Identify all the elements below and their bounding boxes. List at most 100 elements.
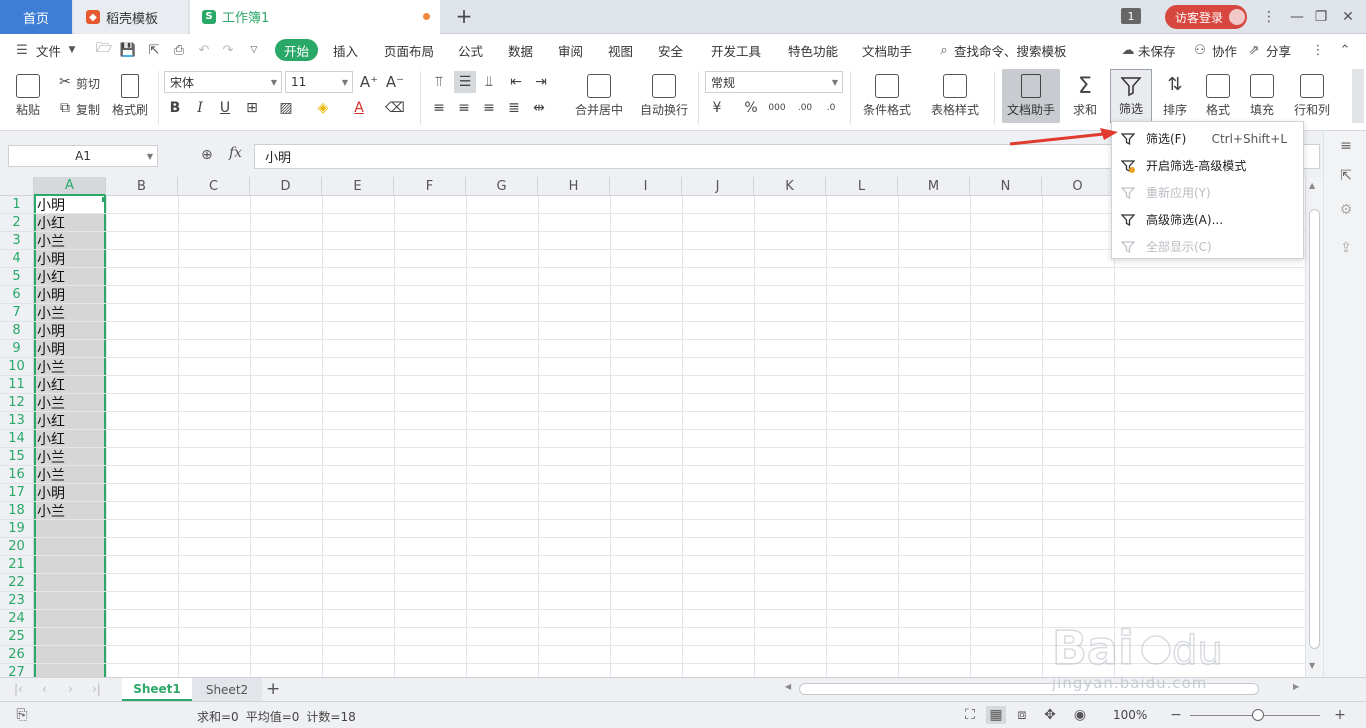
bold-icon[interactable]: B xyxy=(166,99,184,117)
sum-button[interactable]: Σ 求和 xyxy=(1066,71,1104,121)
row-header[interactable]: 8 xyxy=(0,322,34,340)
filter-menu-item[interactable]: 开启筛选-高级模式 xyxy=(1112,152,1303,179)
zoom-in-icon[interactable]: + xyxy=(1330,706,1350,724)
column-header[interactable]: A xyxy=(34,177,106,196)
column-header[interactable]: C xyxy=(178,177,250,196)
filter-menu-item[interactable]: 高级筛选(A)... xyxy=(1112,206,1303,233)
font-name-select[interactable]: 宋体 ▼ xyxy=(164,71,282,93)
last-sheet-icon[interactable]: ›| xyxy=(92,682,101,696)
panel-menu-icon[interactable]: ≡ xyxy=(1337,137,1355,155)
decrease-decimal-icon[interactable]: .0 xyxy=(822,99,840,117)
menu-file[interactable]: 文件 xyxy=(36,41,61,60)
menu-security[interactable]: 安全 xyxy=(658,41,683,60)
font-color-icon[interactable]: A xyxy=(350,99,368,117)
scroll-down-icon[interactable]: ▼ xyxy=(1309,661,1315,670)
fill-button[interactable]: 填充 xyxy=(1242,71,1282,121)
export-icon[interactable]: ⇱ xyxy=(146,42,162,58)
select-pointer-icon[interactable]: ⇱ xyxy=(1337,167,1355,185)
shrink-font-icon[interactable]: A⁻ xyxy=(386,73,404,91)
row-header[interactable]: 19 xyxy=(0,520,34,538)
increase-decimal-icon[interactable]: .00 xyxy=(796,99,814,117)
italic-icon[interactable]: I xyxy=(191,99,209,117)
filter-menu-item[interactable]: 全部显示(C) xyxy=(1112,233,1303,260)
column-header[interactable]: I xyxy=(610,177,682,196)
conditional-format-button[interactable]: 条件格式 xyxy=(856,71,918,121)
column-header[interactable]: K xyxy=(754,177,826,196)
menu-developer[interactable]: 开发工具 xyxy=(711,41,761,60)
increase-indent-icon[interactable]: ⇥ xyxy=(532,73,550,91)
add-sheet-icon[interactable]: + xyxy=(266,679,280,699)
page-break-view-icon[interactable]: ⧈ xyxy=(1012,706,1032,724)
open-folder-icon[interactable]: 🗁 xyxy=(96,41,112,58)
grow-font-icon[interactable]: A⁺ xyxy=(360,73,378,91)
row-header[interactable]: 1 xyxy=(0,196,34,214)
normal-view-icon[interactable]: ▦ xyxy=(986,706,1006,724)
filter-button[interactable]: 筛选 xyxy=(1110,69,1152,123)
save-icon[interactable]: 💾 xyxy=(120,42,136,58)
column-header[interactable]: N xyxy=(970,177,1042,196)
align-bottom-icon[interactable]: ⫫ xyxy=(480,73,498,91)
minimize-icon[interactable]: — xyxy=(1286,6,1308,28)
insert-function-icon[interactable]: fx xyxy=(229,145,242,161)
scroll-left-icon[interactable]: ◀ xyxy=(785,682,791,691)
new-tab-plus-icon[interactable]: + xyxy=(452,4,476,28)
window-count-badge[interactable]: 1 xyxy=(1121,8,1141,24)
row-header[interactable]: 5 xyxy=(0,268,34,286)
scroll-up-icon[interactable]: ▲ xyxy=(1309,181,1315,190)
table-cell[interactable]: 小兰 xyxy=(36,448,104,466)
table-style-button[interactable]: 表格样式 xyxy=(924,71,986,121)
align-left-icon[interactable]: ≡ xyxy=(430,99,448,117)
zoom-slider-knob[interactable] xyxy=(1252,709,1264,721)
merge-center-button[interactable]: 合并居中 xyxy=(566,71,632,121)
sheet-tab-sheet2[interactable]: Sheet2 xyxy=(192,678,262,701)
menu-page-layout[interactable]: 页面布局 xyxy=(384,41,434,60)
prev-sheet-icon[interactable]: ‹ xyxy=(42,682,47,696)
row-header[interactable]: 11 xyxy=(0,376,34,394)
vertical-scroll-thumb[interactable] xyxy=(1309,209,1320,649)
format-painter-button[interactable]: 格式刷 xyxy=(108,71,152,121)
row-header[interactable]: 27 xyxy=(0,664,34,677)
column-header[interactable]: B xyxy=(106,177,178,196)
table-cell[interactable]: 小红 xyxy=(36,430,104,448)
table-cell[interactable]: 小红 xyxy=(36,412,104,430)
zoom-out-icon[interactable]: − xyxy=(1166,706,1186,724)
eye-protection-icon[interactable]: ◉ xyxy=(1070,706,1090,724)
paste-button[interactable]: 粘贴 xyxy=(10,71,46,121)
scroll-right-icon[interactable]: ▶ xyxy=(1293,682,1299,691)
row-header[interactable]: 3 xyxy=(0,232,34,250)
skin-icon[interactable]: ⋮ xyxy=(1258,6,1280,28)
row-header[interactable]: 21 xyxy=(0,556,34,574)
tab-workbook[interactable]: S 工作簿1 xyxy=(190,0,440,35)
adjust-icon[interactable]: ⚙ xyxy=(1337,201,1355,219)
copy-button[interactable]: 复制 xyxy=(76,101,100,118)
hamburger-menu-icon[interactable]: ☰ xyxy=(14,42,30,58)
align-right-icon[interactable]: ≡ xyxy=(480,99,498,117)
row-header[interactable]: 23 xyxy=(0,592,34,610)
guest-login-button[interactable]: 访客登录 xyxy=(1165,5,1247,29)
auto-wrap-button[interactable]: 自动换行 xyxy=(636,71,692,121)
row-header[interactable]: 17 xyxy=(0,484,34,502)
zoom-level[interactable]: 100% xyxy=(1113,708,1147,722)
row-header[interactable]: 12 xyxy=(0,394,34,412)
vertical-scrollbar[interactable]: ▲ ▼ xyxy=(1305,177,1323,677)
table-cell[interactable]: 小明 xyxy=(36,340,104,358)
table-cell[interactable]: 小兰 xyxy=(36,304,104,322)
row-header[interactable]: 24 xyxy=(0,610,34,628)
row-header[interactable]: 15 xyxy=(0,448,34,466)
thousands-separator-icon[interactable]: 000 xyxy=(768,99,786,117)
menu-view[interactable]: 视图 xyxy=(608,41,633,60)
column-header[interactable]: L xyxy=(826,177,898,196)
row-header[interactable]: 25 xyxy=(0,628,34,646)
select-all-corner[interactable] xyxy=(0,177,34,196)
row-header[interactable]: 6 xyxy=(0,286,34,304)
filter-menu-item[interactable]: 重新应用(Y) xyxy=(1112,179,1303,206)
align-top-icon[interactable]: ⫪ xyxy=(430,73,448,91)
restore-icon[interactable]: ❐ xyxy=(1310,6,1332,28)
row-header[interactable]: 26 xyxy=(0,646,34,664)
row-header[interactable]: 20 xyxy=(0,538,34,556)
table-cell[interactable]: 小兰 xyxy=(36,394,104,412)
tab-home[interactable]: 首页 xyxy=(0,0,72,34)
table-cell[interactable]: 小兰 xyxy=(36,358,104,376)
table-cell[interactable]: 小兰 xyxy=(36,466,104,484)
align-center-icon[interactable]: ≡ xyxy=(455,99,473,117)
